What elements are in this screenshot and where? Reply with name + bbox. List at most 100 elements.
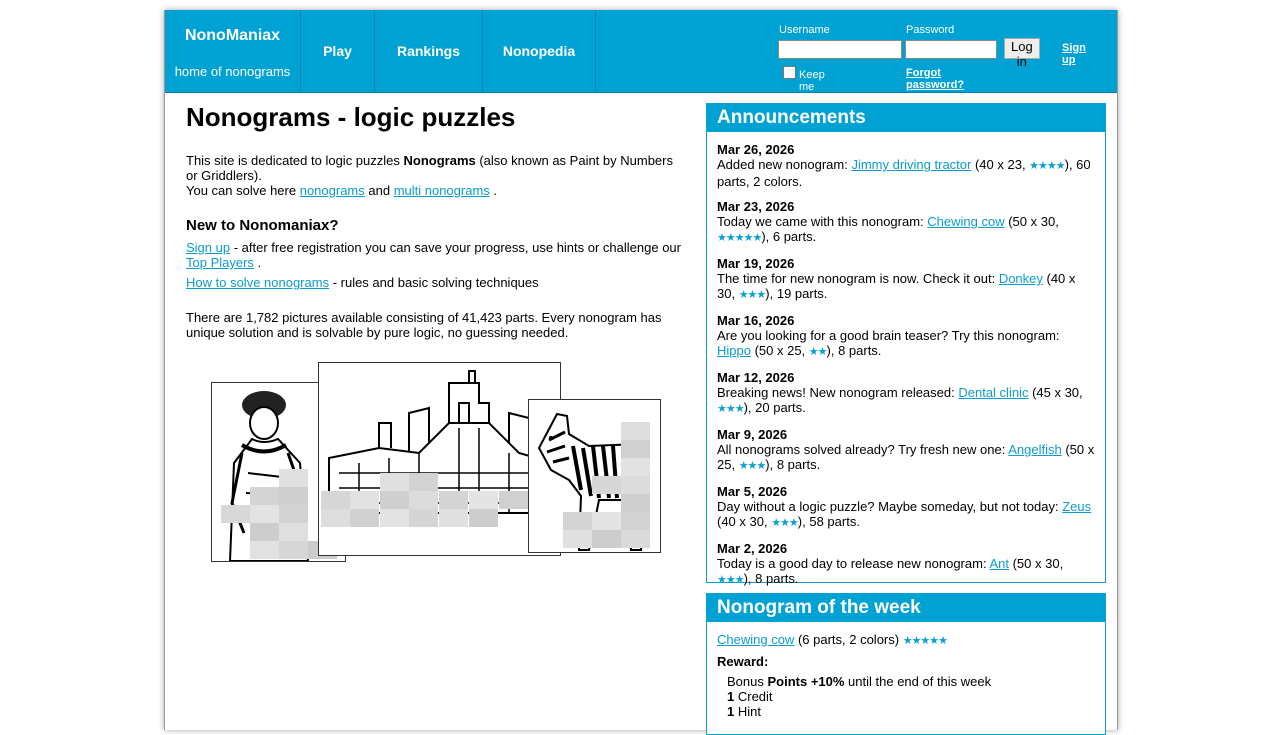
announcement-item: Mar 2, 2026 Today is a good day to releas… [717, 541, 1095, 588]
reward-credit: 1 Credit [727, 689, 1095, 704]
reward-label: Reward: [717, 654, 769, 669]
intro-dot: . [489, 183, 498, 198]
announcement-item: Mar 26, 2026 Added new nonogram: Jimmy dr… [717, 142, 1095, 189]
difficulty-stars: ★★★★★ [717, 232, 762, 244]
new-heading: New to Nonomaniax? [186, 217, 339, 234]
difficulty-stars: ★★ [808, 346, 828, 358]
week-puzzle-link[interactable]: Chewing cow [717, 632, 794, 647]
announcement-parts: ), 58 parts. [797, 514, 860, 529]
announcement-text: Breaking news! New nonogram released: [717, 385, 959, 400]
intro-paragraph: This site is dedicated to logic puzzles … [186, 153, 686, 198]
nav-nonopedia[interactable]: Nonopedia [483, 10, 596, 92]
bonus-bold: Points +10% [767, 674, 845, 689]
announcement-date: Mar 12, 2026 [717, 370, 795, 385]
signup-body-link[interactable]: Sign up [186, 240, 230, 255]
intro-bold: Nonograms [403, 153, 476, 168]
difficulty-stars: ★★★ [771, 517, 799, 529]
picture-castle [318, 362, 561, 556]
week-content: Chewing cow (6 parts, 2 colors) ★★★★★ Re… [707, 622, 1105, 719]
announcement-size: (50 x 30, [1008, 556, 1064, 571]
credit-label: Credit [734, 689, 773, 704]
picture-zebra [528, 399, 661, 553]
announcement-text: The time for new nonogram is now. Check … [717, 271, 999, 286]
howto-link[interactable]: How to solve nonograms [186, 275, 329, 290]
announcement-date: Mar 9, 2026 [717, 427, 788, 442]
announcement-link[interactable]: Hippo [717, 343, 751, 358]
signup-link[interactable]: Sign up [1062, 42, 1086, 66]
announcement-text: All nonograms solved already? Try fresh … [717, 442, 1009, 457]
announcement-date: Mar 2, 2026 [717, 541, 788, 556]
announcement-size: (50 x 25, [750, 343, 809, 358]
nav-play[interactable]: Play [301, 10, 375, 92]
difficulty-stars: ★★★ [717, 574, 745, 586]
announcement-date: Mar 23, 2026 [717, 199, 795, 214]
reward-bonus: Bonus Points +10% until the end of this … [727, 674, 1095, 689]
bonus-post: until the end of this week [844, 674, 992, 689]
signup-text: - after free registration you can save y… [230, 240, 681, 255]
login-button[interactable]: Log in [1004, 38, 1040, 69]
announcement-item: Mar 5, 2026 Day without a logic puzzle? M… [717, 484, 1095, 531]
intro-text-3: You can solve here [186, 183, 300, 198]
announcement-size: (40 x 23, [971, 157, 1030, 172]
week-title: Nonogram of the week [707, 594, 1105, 622]
reward-list: Bonus Points +10% until the end of this … [717, 674, 1095, 719]
intro-and: and [364, 183, 394, 198]
nav-rankings[interactable]: Rankings [375, 10, 483, 92]
announcement-parts: ), 8 parts. [826, 343, 882, 358]
announcement-item: Mar 23, 2026 Today we came with this nono… [717, 199, 1095, 246]
announcement-link[interactable]: Zeus [1062, 499, 1091, 514]
difficulty-stars: ★★★ [738, 460, 767, 472]
week-stars: ★★★★★ [902, 635, 948, 647]
announcements-title: Announcements [707, 104, 1105, 132]
signup-paragraph: Sign up - after free registration you ca… [186, 240, 686, 270]
announcement-size: (45 x 30, [1028, 385, 1083, 400]
brand-tagline: home of nonograms [174, 64, 291, 79]
multi-nonograms-link[interactable]: multi nonograms [394, 183, 490, 198]
username-input[interactable] [778, 40, 902, 59]
howto-text: - rules and basic solving techniques [329, 275, 539, 290]
announcement-link[interactable]: Jimmy driving tractor [851, 157, 971, 172]
password-label: Password [906, 24, 955, 36]
announcements-box: Announcements Mar 26, 2026 Added new nono… [706, 103, 1106, 586]
announcement-parts: ), 6 parts. [761, 229, 817, 244]
announcement-parts: ), 20 parts. [743, 400, 806, 415]
week-puzzle-line: Chewing cow (6 parts, 2 colors) ★★★★★ [717, 632, 1095, 649]
announcement-item: Mar 9, 2026 All nonograms solved already?… [717, 427, 1095, 474]
announcement-size: (40 x 30, [717, 514, 772, 529]
announcement-link[interactable]: Donkey [999, 271, 1043, 286]
difficulty-stars: ★★★ [717, 403, 745, 415]
brand-block[interactable]: NonoManiax home of nonograms [165, 10, 301, 92]
page-container: NonoManiax home of nonograms Play Rankin… [164, 10, 1118, 735]
signup-end: . [253, 255, 262, 270]
top-players-link[interactable]: Top Players [186, 255, 254, 270]
difficulty-stars: ★★★★ [1029, 160, 1065, 172]
announcement-item: Mar 16, 2026 Are you looking for a good b… [717, 313, 1095, 360]
forgot-password-link[interactable]: Forgot password? [906, 67, 964, 91]
bonus-pre: Bonus [727, 674, 768, 689]
announcement-link[interactable]: Dental clinic [958, 385, 1028, 400]
announcement-parts: ), 19 parts. [765, 286, 828, 301]
announcement-parts: ), 8 parts. [765, 457, 821, 472]
intro-text: This site is dedicated to logic puzzles [186, 153, 404, 168]
announcement-text: Day without a logic puzzle? Maybe someda… [717, 499, 1063, 514]
announcement-item: Mar 12, 2026 Breaking news! New nonogram … [717, 370, 1095, 417]
announcement-link[interactable]: Angelfish [1008, 442, 1061, 457]
announcement-link[interactable]: Chewing cow [927, 214, 1004, 229]
announcement-link[interactable]: Ant [989, 556, 1009, 571]
announcement-parts: ), 8 parts. [743, 571, 799, 586]
page-title: Nonograms - logic puzzles [186, 102, 516, 132]
announcement-date: Mar 19, 2026 [717, 256, 795, 271]
announcement-item: Mar 19, 2026 The time for new nonogram is… [717, 256, 1095, 303]
difficulty-stars: ★★★ [738, 289, 767, 301]
header-bar: NonoManiax home of nonograms Play Rankin… [165, 10, 1117, 117]
password-input[interactable] [905, 40, 997, 59]
nonogram-collage [211, 362, 661, 564]
hint-label: Hint [734, 704, 761, 719]
stats-paragraph: There are 1,782 pictures available consi… [186, 310, 662, 340]
brand-name[interactable]: NonoManiax [165, 27, 300, 45]
nonograms-link[interactable]: nonograms [300, 183, 365, 198]
howto-paragraph: How to solve nonograms - rules and basic… [186, 275, 686, 290]
keep-logged-checkbox[interactable] [783, 66, 796, 79]
announcement-size: (50 x 30, [1004, 214, 1059, 229]
announcement-date: Mar 16, 2026 [717, 313, 795, 328]
